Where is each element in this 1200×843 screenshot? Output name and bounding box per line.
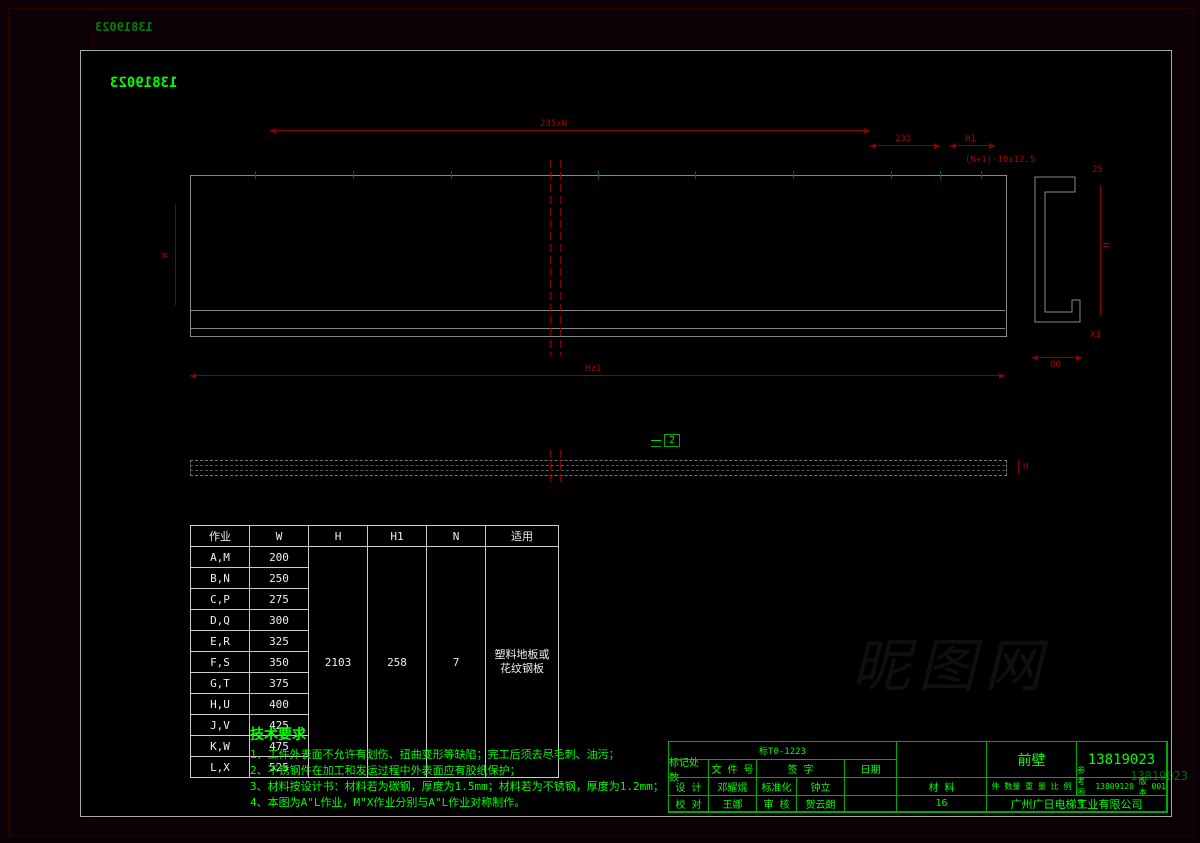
th-n: N	[427, 526, 486, 547]
tb-mat-lbl: 材 料	[896, 777, 987, 796]
tb-des-name: 邓耀焜	[708, 777, 757, 796]
dim-235	[870, 145, 940, 147]
titleblock: 标T0-1223 前壁 13819023 标记处数 文 件 号 签 字 日期 设…	[668, 741, 1168, 813]
tech-title: 技术要求	[250, 725, 664, 745]
table-row: A,M200 2103 258 7 塑料地板或花纹钢板	[191, 547, 559, 568]
section-bar-inner	[190, 465, 1005, 471]
th-job: 作业	[191, 526, 250, 547]
dim-label-80: 80	[1050, 360, 1061, 370]
dim-label-235xN: 235xN	[540, 119, 567, 129]
tb-hdr-file: 文 件 号	[708, 759, 757, 778]
tb-spacer	[896, 741, 987, 778]
tech-item: 1、工件外表面不允许有划伤、扭曲变形等缺陷；完工后须去尽毛刺、油污；	[250, 747, 664, 763]
drawing-number-corner: 13819023	[110, 75, 177, 91]
tb-std-lbl: 标准化	[756, 777, 797, 796]
technical-requirements: 技术要求 1、工件外表面不允许有划伤、扭曲变形等缺陷；完工后须去尽毛刺、油污； …	[250, 725, 664, 811]
th-w: W	[250, 526, 309, 547]
tb-hdr-date: 日期	[844, 759, 897, 778]
tb-hdr-mark: 标记处数	[668, 759, 709, 778]
section-break-2	[560, 450, 561, 485]
tb-empty2	[844, 795, 897, 812]
dim-side-h	[1100, 185, 1102, 315]
dim-h1-top	[950, 145, 995, 147]
balloon-2: ⎯⎯2	[651, 435, 680, 446]
dim-label-w: W	[161, 252, 171, 257]
dim-bar-h	[1018, 460, 1020, 474]
ghost-dwgnum-br: 13819023	[1130, 769, 1188, 783]
th-h1: H1	[368, 526, 427, 547]
th-h: H	[309, 526, 368, 547]
dim-label-side-h: H	[1103, 242, 1113, 247]
tech-item: 2、不锈钢件在加工和发运过程中外表面应有胶纸保护；	[250, 763, 664, 779]
dim-label-formula: (N+1)-10x12.5	[965, 155, 1035, 165]
tb-des-lbl: 设 计	[668, 777, 709, 796]
dim-label-25: 25	[1092, 165, 1103, 175]
tb-empty	[844, 777, 897, 796]
dim-label-235: 235	[895, 134, 911, 144]
section-break-1	[550, 450, 551, 485]
tb-std-name: 钟立	[796, 777, 845, 796]
centerline-break-2	[560, 160, 561, 355]
front-view-inner-lines	[190, 310, 1005, 329]
tb-aud-lbl: 审 核	[756, 795, 797, 812]
tech-item: 3、材料按设计书：材料若为碳钢，厚度为1.5mm；材料若为不锈钢，厚度为1.2m…	[250, 779, 664, 795]
tb-qty: 件 数量 重 量 比 例	[986, 777, 1077, 796]
tb-chk-name: 王娜	[708, 795, 757, 812]
dim-235xN	[270, 130, 870, 132]
dim-hz1	[190, 375, 1005, 377]
side-profile	[1030, 172, 1085, 340]
dim-80	[1032, 357, 1082, 359]
tech-item: 4、本图为A"L作业，M"X作业分别与A"L作业对称制作。	[250, 795, 664, 811]
dim-label-x1: X1	[1090, 330, 1101, 340]
tb-hdr-sign: 签 字	[756, 759, 845, 778]
dim-label-hz1: Hz1	[585, 364, 601, 374]
tb-partname: 前壁	[986, 741, 1077, 778]
th-apply: 适用	[486, 526, 559, 547]
dim-label-h1: H1	[965, 134, 976, 144]
top-tick-row	[190, 175, 1005, 176]
table-header-row: 作业 W H H1 N 适用	[191, 526, 559, 547]
ghost-dwgnum-topleft: 13819023	[95, 20, 153, 34]
dim-label-bar-h: H	[1023, 462, 1028, 472]
tb-fmt: 16	[896, 795, 987, 812]
tb-chk-lbl: 校 对	[668, 795, 709, 812]
dim-w	[175, 205, 177, 305]
tb-company: 广州广日电梯工业有限公司	[986, 795, 1167, 812]
centerline-break-1	[550, 160, 551, 355]
tb-aud-name: 贺云朗	[796, 795, 845, 812]
